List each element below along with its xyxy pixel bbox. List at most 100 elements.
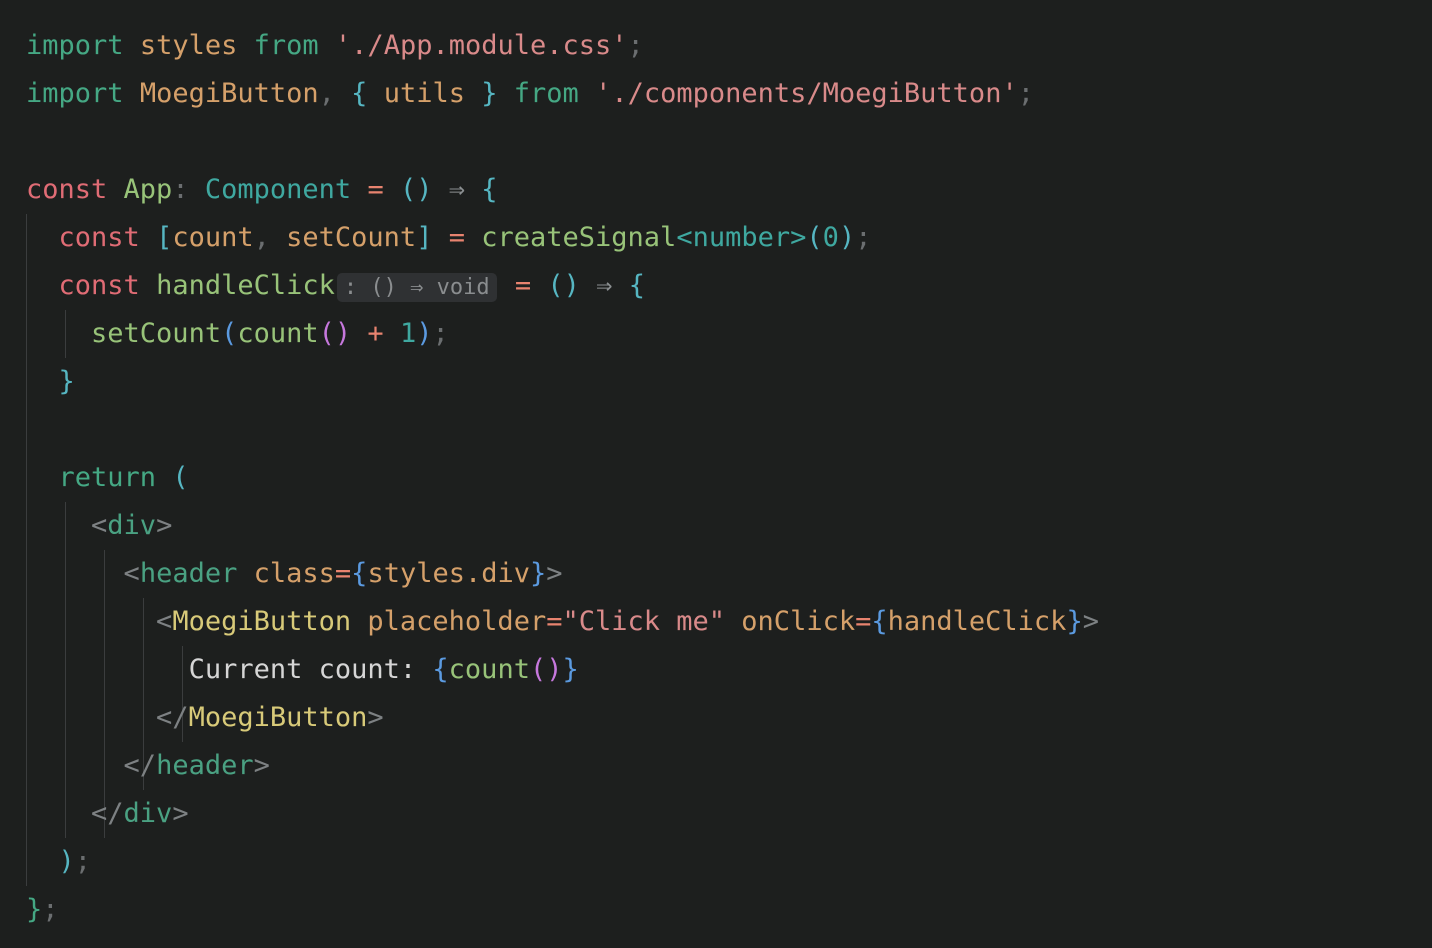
token-brace-open: { — [351, 558, 368, 589]
token-semicolon: ; — [432, 318, 449, 349]
token-bracket-close: ] — [416, 222, 433, 253]
token-brace-open: { — [351, 78, 368, 109]
code-line-6[interactable]: const handleClick: () ⇒ void = () ⇒ { — [0, 262, 1432, 310]
token-angle-open: < — [156, 606, 173, 637]
code-line-17[interactable]: </div> — [0, 790, 1432, 838]
token-closing-angle-slash: </ — [156, 702, 189, 733]
token-class-attribute: class — [253, 558, 335, 589]
token-const-keyword: const — [58, 270, 140, 301]
token-brace-open: { — [871, 606, 888, 637]
code-line-3-blank[interactable] — [0, 118, 1432, 166]
code-line-2[interactable]: import MoegiButton, { utils } from './co… — [0, 70, 1432, 118]
token-angle-close: > — [156, 510, 173, 541]
code-line-1[interactable]: import styles from './App.module.css'; — [0, 22, 1432, 70]
code-line-5[interactable]: const [count, setCount] = createSignal<n… — [0, 214, 1432, 262]
code-line-12[interactable]: <header class={styles.div}> — [0, 550, 1432, 598]
token-styles-div-expression: styles.div — [367, 558, 530, 589]
token-moegibutton-close-tag: MoegiButton — [188, 702, 368, 733]
token-equals: = — [367, 174, 384, 205]
token-equals: = — [855, 606, 872, 637]
token-semicolon: ; — [74, 846, 92, 877]
token-brace-close: } — [562, 654, 579, 685]
token-paren-open: ( — [806, 222, 823, 253]
token-brace-close: } — [481, 78, 498, 109]
code-line-7[interactable]: setCount(count() + 1); — [0, 310, 1432, 358]
token-angle-close: > — [367, 702, 384, 733]
token-paren-pair-inner: () — [529, 654, 563, 685]
token-import-keyword: import — [26, 78, 124, 109]
token-angle-close: > — [1082, 606, 1099, 637]
token-import-keyword: import — [26, 30, 124, 61]
token-handleclick-identifier: handleClick — [156, 270, 335, 301]
token-paren-pair: () — [399, 174, 433, 205]
token-setcount-call: setCount — [91, 318, 222, 349]
token-arrow-fat: ⇒ — [448, 174, 466, 205]
token-component-type: Component — [204, 174, 352, 205]
token-bracket-open: [ — [156, 222, 173, 253]
code-lines[interactable]: import styles from './App.module.css'; i… — [0, 22, 1432, 934]
code-editor-surface[interactable]: import styles from './App.module.css'; i… — [0, 0, 1432, 948]
token-equals: = — [514, 270, 532, 301]
token-paren-open: ( — [172, 462, 189, 493]
token-paren-close: ) — [416, 318, 433, 349]
token-semicolon: ; — [42, 894, 59, 925]
token-closing-angle-slash: </ — [91, 798, 124, 829]
token-div-tag: div — [107, 510, 157, 541]
token-current-count-text: Current count: — [188, 654, 417, 685]
token-paren-close: ) — [838, 222, 856, 253]
token-colon: : — [172, 174, 189, 205]
token-count-call: count — [237, 318, 319, 349]
token-arrow-fat: ⇒ — [596, 270, 613, 301]
code-line-8[interactable]: } — [0, 358, 1432, 406]
token-paren-open: ( — [221, 318, 238, 349]
token-header-tag: header — [139, 558, 238, 589]
token-from-keyword: from — [253, 30, 319, 61]
token-count-identifier: count — [172, 222, 254, 253]
code-line-18[interactable]: ); — [0, 838, 1432, 886]
token-angle-close: > — [546, 558, 563, 589]
token-app-identifier: App — [123, 174, 173, 205]
token-const-keyword: const — [26, 174, 108, 205]
token-generic-open: < — [676, 222, 693, 253]
code-line-9-blank[interactable] — [0, 406, 1432, 454]
token-brace-close: } — [530, 558, 547, 589]
token-brace-open: { — [432, 654, 449, 685]
token-header-close-tag: header — [156, 750, 254, 781]
token-brace-open: { — [481, 174, 498, 205]
token-equals: = — [546, 606, 563, 637]
token-components-path-string: './components/MoegiButton' — [595, 78, 1018, 109]
token-paren-pair-inner: () — [318, 318, 352, 349]
code-line-19[interactable]: }; — [0, 886, 1432, 934]
token-semicolon: ; — [1017, 78, 1034, 109]
token-semicolon: ; — [627, 30, 644, 61]
code-line-4[interactable]: const App: Component = () ⇒ { — [0, 166, 1432, 214]
token-closing-angle-slash: </ — [123, 750, 157, 781]
code-line-14[interactable]: Current count: {count()} — [0, 646, 1432, 694]
code-line-13[interactable]: <MoegiButton placeholder="Click me" onCl… — [0, 598, 1432, 646]
code-line-16[interactable]: </header> — [0, 742, 1432, 790]
token-semicolon: ; — [855, 222, 872, 253]
token-equals: = — [448, 222, 465, 253]
token-brace-close: } — [58, 366, 75, 397]
token-placeholder-attribute: placeholder — [367, 606, 547, 637]
token-click-me-string: "Click me" — [562, 606, 726, 637]
token-return-keyword: return — [58, 462, 157, 493]
token-zero-literal: 0 — [822, 222, 839, 253]
code-line-10[interactable]: return ( — [0, 454, 1432, 502]
token-from-keyword: from — [513, 78, 579, 109]
token-const-keyword: const — [58, 222, 140, 253]
inlay-hint-void-type: void — [436, 275, 490, 300]
token-plus-operator: + — [367, 318, 384, 349]
token-styles-identifier: styles — [139, 30, 238, 61]
code-line-11[interactable]: <div> — [0, 502, 1432, 550]
token-moegibutton-tag: MoegiButton — [172, 606, 352, 637]
inlay-hint-type-annotation[interactable]: : () ⇒ void — [336, 273, 497, 302]
token-brace-close: } — [26, 894, 43, 925]
code-line-15[interactable]: </MoegiButton> — [0, 694, 1432, 742]
token-angle-close: > — [253, 750, 270, 781]
token-brace-close: } — [1066, 606, 1083, 637]
token-count-call: count — [448, 654, 530, 685]
token-equals: = — [334, 558, 352, 589]
token-handleclick-expression: handleClick — [887, 606, 1067, 637]
token-setcount-identifier: setCount — [286, 222, 417, 253]
